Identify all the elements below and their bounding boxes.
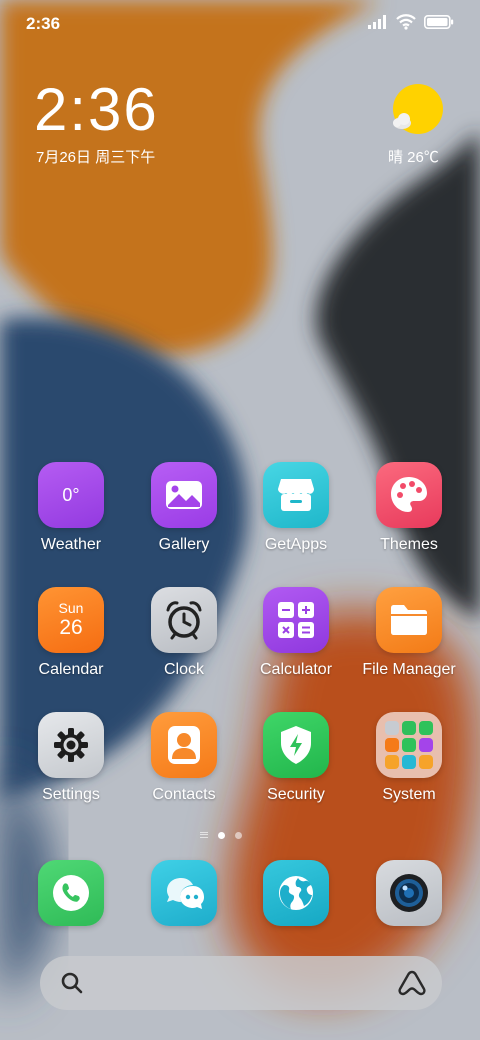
- app-label: Security: [267, 786, 325, 803]
- app-calendar[interactable]: Sun 26 Calendar: [21, 587, 121, 697]
- search-icon[interactable]: [60, 971, 84, 1000]
- weather-widget-text[interactable]: 晴 26℃: [388, 146, 439, 167]
- calendar-icon-day: Sun: [58, 600, 84, 616]
- signal-icon: [368, 14, 388, 34]
- folder-icon: [376, 587, 442, 653]
- app-themes[interactable]: Themes: [359, 462, 459, 572]
- app-label: System: [382, 786, 436, 803]
- page-dot-active[interactable]: [218, 831, 225, 839]
- dock-phone[interactable]: [21, 860, 121, 930]
- app-getapps[interactable]: GetApps: [246, 462, 346, 572]
- contact-icon: [151, 712, 217, 778]
- status-icons: [368, 13, 454, 35]
- app-file-manager[interactable]: File Manager: [359, 587, 459, 697]
- app-weather[interactable]: 0° Weather: [21, 462, 121, 572]
- app-security[interactable]: Security: [246, 712, 346, 822]
- app-label: Gallery: [158, 536, 210, 553]
- app-label: GetApps: [264, 536, 328, 553]
- browser-icon: [263, 860, 329, 926]
- calculator-icon: [263, 587, 329, 653]
- app-contacts[interactable]: Contacts: [134, 712, 234, 822]
- sun-cloud-icon[interactable]: [390, 82, 446, 138]
- app-label: Weather: [40, 536, 102, 553]
- search-bar[interactable]: [40, 956, 442, 1010]
- app-label: Settings: [42, 786, 100, 803]
- page-dot[interactable]: [235, 831, 242, 839]
- messages-icon: [151, 860, 217, 926]
- dock-messages[interactable]: [134, 860, 234, 930]
- gallery-icon: [151, 462, 217, 528]
- wifi-icon: [396, 13, 416, 35]
- status-bar-time: 2:36: [26, 14, 61, 33]
- clock-widget-date[interactable]: 7月26日 周三下午: [36, 146, 155, 167]
- assistant-icon[interactable]: [398, 970, 426, 1001]
- page-indicator[interactable]: [200, 830, 242, 840]
- app-calculator[interactable]: Calculator: [246, 587, 346, 697]
- app-settings[interactable]: Settings: [21, 712, 121, 822]
- alarm-clock-icon: [151, 587, 217, 653]
- calendar-icon-date: 26: [59, 616, 83, 639]
- clock-widget-time[interactable]: 2:36: [34, 78, 159, 142]
- folder-grid-icon: [376, 712, 442, 778]
- app-label: Calculator: [259, 661, 333, 678]
- app-gallery[interactable]: Gallery: [134, 462, 234, 572]
- app-label: Contacts: [152, 786, 216, 803]
- weather-icon-temp: 0°: [62, 484, 80, 505]
- calendar-icon: Sun 26: [38, 587, 104, 653]
- minus-one-screen-indicator[interactable]: [200, 832, 208, 838]
- palette-icon: [376, 462, 442, 528]
- app-clock[interactable]: Clock: [134, 587, 234, 697]
- app-label: Themes: [380, 536, 438, 553]
- app-system-folder[interactable]: System: [359, 712, 459, 822]
- weather-icon: 0°: [38, 462, 104, 528]
- dock-browser[interactable]: [246, 860, 346, 930]
- app-label: File Manager: [362, 661, 456, 678]
- app-label: Calendar: [38, 661, 104, 678]
- store-icon: [263, 462, 329, 528]
- phone-icon: [38, 860, 104, 926]
- camera-icon: [376, 860, 442, 926]
- shield-icon: [263, 712, 329, 778]
- app-label: Clock: [163, 661, 204, 678]
- battery-icon: [424, 14, 454, 34]
- dock-camera[interactable]: [359, 860, 459, 930]
- gear-icon: [38, 712, 104, 778]
